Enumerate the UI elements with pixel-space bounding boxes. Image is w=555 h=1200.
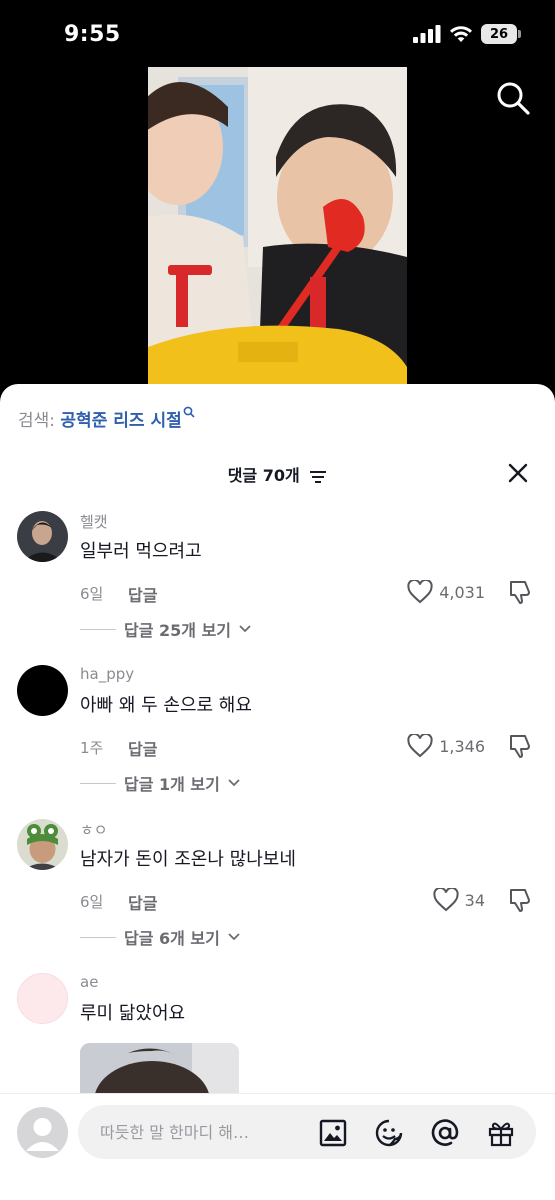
comment-text: 일부러 먹으려고 <box>80 541 202 562</box>
dislike-icon[interactable] <box>507 579 533 605</box>
comment-input[interactable] <box>100 1118 300 1146</box>
search-prefix: 검색: <box>18 411 61 431</box>
like-count: 34 <box>464 890 485 910</box>
chevron-down-icon <box>239 625 251 633</box>
heart-icon <box>407 580 433 604</box>
view-replies-label: 답글 6개 보기 <box>124 929 220 948</box>
search-icon <box>183 406 195 418</box>
status-time: 9:55 <box>64 22 121 47</box>
mention-icon[interactable] <box>430 1118 460 1148</box>
comment-age: 6일 <box>80 585 104 603</box>
heart-icon <box>433 888 459 912</box>
battery-indicator: 26 <box>481 24 521 44</box>
view-replies-button[interactable]: 답글 25개 보기 <box>80 617 251 641</box>
image-icon[interactable] <box>318 1118 348 1148</box>
gift-icon[interactable] <box>486 1118 516 1148</box>
reply-button[interactable]: 답글 <box>128 890 157 914</box>
view-replies-label: 답글 1개 보기 <box>124 775 220 794</box>
my-avatar[interactable] <box>17 1107 68 1158</box>
battery-level: 26 <box>489 26 509 42</box>
avatar[interactable] <box>17 665 68 716</box>
dislike-icon[interactable] <box>507 887 533 913</box>
comment-sheet: 검색: 공혁준 리즈 시절 댓글 70개 헬캣 일부러 먹으려고 6일 답글 4… <box>0 384 555 1200</box>
chevron-down-icon <box>228 933 240 941</box>
comment-text: 남자가 돈이 조온나 많나보네 <box>80 849 296 870</box>
like-count: 4,031 <box>439 582 485 602</box>
comment-composer <box>0 1093 555 1200</box>
view-replies-button[interactable]: 답글 6개 보기 <box>80 925 240 949</box>
comment-age: 1주 <box>80 739 104 757</box>
divider-line <box>80 936 116 938</box>
related-search[interactable]: 검색: 공혁준 리즈 시절 <box>18 406 195 431</box>
video-frame-image <box>148 67 407 385</box>
search-icon[interactable] <box>495 80 531 116</box>
comment-username[interactable]: 헬캣 <box>80 511 108 532</box>
search-query[interactable]: 공혁준 리즈 시절 <box>60 411 181 431</box>
heart-icon <box>407 734 433 758</box>
sort-icon[interactable] <box>309 470 327 484</box>
dislike-icon[interactable] <box>507 733 533 759</box>
view-replies-button[interactable]: 답글 1개 보기 <box>80 771 240 795</box>
comments-header: 댓글 70개 <box>0 462 555 486</box>
avatar[interactable] <box>17 511 68 562</box>
avatar[interactable] <box>17 819 68 870</box>
like-button[interactable]: 34 <box>433 888 485 912</box>
comments-count-title: 댓글 70개 <box>227 466 300 485</box>
comment-username[interactable]: ha_ppy <box>80 665 134 683</box>
divider-line <box>80 628 116 630</box>
like-button[interactable]: 1,346 <box>407 734 485 758</box>
avatar[interactable] <box>17 973 68 1024</box>
comment-input-pill[interactable] <box>78 1105 536 1159</box>
comment-username[interactable]: ㅎㅇ <box>80 819 108 840</box>
view-replies-label: 답글 25개 보기 <box>124 621 232 640</box>
divider-line <box>80 782 116 784</box>
close-icon[interactable] <box>507 462 529 484</box>
wifi-icon <box>450 26 472 42</box>
comment-age: 6일 <box>80 893 104 911</box>
sticker-icon[interactable] <box>374 1118 404 1148</box>
status-icons: 26 <box>413 24 521 44</box>
like-count: 1,346 <box>439 736 485 756</box>
like-button[interactable]: 4,031 <box>407 580 485 604</box>
video-player[interactable] <box>148 67 407 385</box>
comment-text: 루미 닮았어요 <box>80 1003 186 1024</box>
comment-username[interactable]: ae <box>80 973 98 991</box>
reply-button[interactable]: 답글 <box>128 736 157 760</box>
comment-text: 아빠 왜 두 손으로 해요 <box>80 695 252 716</box>
chevron-down-icon <box>228 779 240 787</box>
signal-icon <box>413 25 441 43</box>
reply-button[interactable]: 답글 <box>128 582 157 606</box>
